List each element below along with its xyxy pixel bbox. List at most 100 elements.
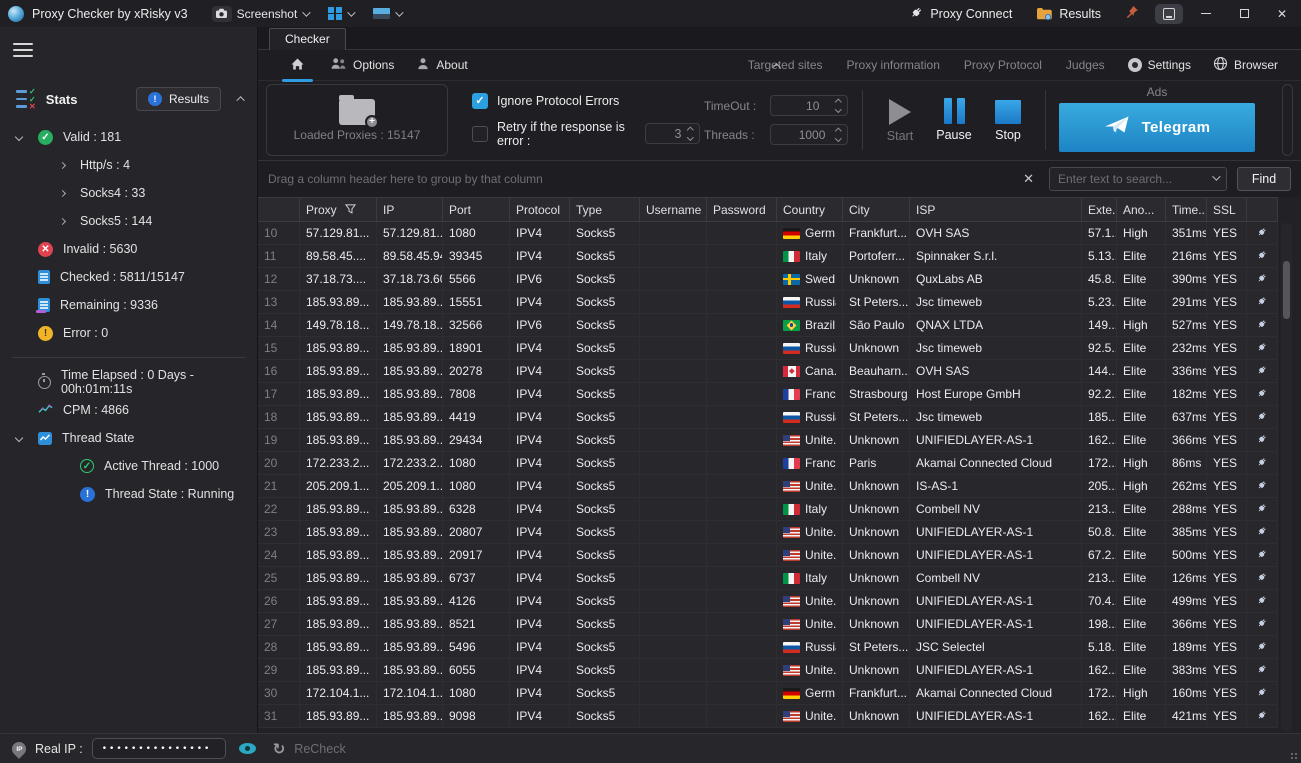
threads-stepper[interactable]: 1000 (770, 124, 848, 145)
recheck-button[interactable]: ReCheck (294, 742, 345, 756)
hamburger-menu-button[interactable] (13, 39, 33, 61)
collapse-stats-icon[interactable] (236, 96, 244, 104)
find-button[interactable]: Find (1237, 167, 1291, 191)
sidebar-item-https[interactable]: Http/s : 4 (0, 151, 257, 179)
table-row[interactable]: 30172.104.1...172.104.1...1080IPV4Socks5… (258, 682, 1278, 705)
tab-proxy-information[interactable]: Proxy information (837, 54, 950, 76)
connect-plug-icon[interactable] (1247, 498, 1278, 521)
stepper-down-icon[interactable] (835, 106, 841, 112)
table-row[interactable]: 20172.233.2...172.233.2...1080IPV4Socks5… (258, 452, 1278, 475)
minimize-button[interactable] (1187, 0, 1225, 27)
column-header-password[interactable]: Password (707, 197, 777, 222)
retry-stepper[interactable]: 3 (645, 123, 700, 144)
column-header-external[interactable]: Exte... (1082, 197, 1117, 222)
connect-plug-icon[interactable] (1247, 521, 1278, 544)
pin-button[interactable] (1113, 0, 1151, 27)
vertical-scrollbar-thumb[interactable] (1283, 261, 1290, 319)
sidebar-item-socks4[interactable]: Socks4 : 33 (0, 179, 257, 207)
retry-checkbox[interactable] (472, 126, 488, 142)
column-header-port[interactable]: Port (443, 197, 510, 222)
table-row[interactable]: 19185.93.89...185.93.89...29434IPV4Socks… (258, 429, 1278, 452)
column-header-username[interactable]: Username (640, 197, 707, 222)
results-button[interactable]: ! Results (136, 87, 221, 111)
connect-plug-icon[interactable] (1247, 475, 1278, 498)
connect-plug-icon[interactable] (1247, 636, 1278, 659)
column-header-proxy[interactable]: Proxy (300, 197, 377, 222)
pause-button[interactable]: Pause (933, 98, 975, 142)
sidebar-item-remaining[interactable]: Remaining : 9336 (0, 291, 257, 319)
options-button[interactable]: Options (321, 53, 403, 77)
telegram-ad-banner[interactable]: Telegram (1059, 103, 1255, 152)
table-row[interactable]: 14149.78.18...149.78.18...32566IPV6Socks… (258, 314, 1278, 337)
column-header-isp[interactable]: ISP (910, 197, 1082, 222)
window-grid-menu[interactable] (322, 5, 359, 23)
table-row[interactable]: 1189.58.45....89.58.45.9439345IPV4Socks5… (258, 245, 1278, 268)
connect-plug-icon[interactable] (1247, 406, 1278, 429)
table-row[interactable]: 1057.129.81...57.129.81...1080IPV4Socks5… (258, 222, 1278, 245)
resize-grip[interactable] (1290, 752, 1298, 760)
home-tab-button[interactable] (278, 53, 317, 78)
table-row[interactable]: 25185.93.89...185.93.89...6737IPV4Socks5… (258, 567, 1278, 590)
connect-plug-icon[interactable] (1247, 544, 1278, 567)
table-row[interactable]: 26185.93.89...185.93.89...4126IPV4Socks5… (258, 590, 1278, 613)
column-header-type[interactable]: Type (570, 197, 640, 222)
column-header-country[interactable]: Country (777, 197, 843, 222)
table-row[interactable]: 28185.93.89...185.93.89...5496IPV4Socks5… (258, 636, 1278, 659)
ignore-protocol-errors-checkbox[interactable]: ✓ (472, 93, 488, 109)
tab-judges[interactable]: Judges (1056, 54, 1115, 76)
connect-plug-icon[interactable] (1247, 705, 1278, 728)
table-row[interactable]: 1237.18.73....37.18.73.605566IPV6Socks5S… (258, 268, 1278, 291)
stepper-down-icon[interactable] (835, 135, 841, 141)
connect-plug-icon[interactable] (1247, 360, 1278, 383)
connect-plug-icon[interactable] (1247, 314, 1278, 337)
settings-button[interactable]: Settings (1119, 54, 1200, 76)
sidebar-item-checked[interactable]: Checked : 5811/15147 (0, 263, 257, 291)
table-row[interactable]: 16185.93.89...185.93.89...20278IPV4Socks… (258, 360, 1278, 383)
connect-plug-icon[interactable] (1247, 245, 1278, 268)
connect-plug-icon[interactable] (1247, 429, 1278, 452)
column-header-ssl[interactable]: SSL (1207, 197, 1247, 222)
filter-icon[interactable] (345, 203, 356, 217)
vertical-scrollbar[interactable] (1281, 223, 1292, 731)
stepper-down-icon[interactable] (687, 134, 693, 140)
connect-plug-icon[interactable] (1247, 268, 1278, 291)
sidebar-item-error[interactable]: ! Error : 0 (0, 319, 257, 347)
table-row[interactable]: 31185.93.89...185.93.89...9098IPV4Socks5… (258, 705, 1278, 728)
about-button[interactable]: About (407, 53, 476, 77)
column-header-city[interactable]: City (843, 197, 910, 222)
table-row[interactable]: 29185.93.89...185.93.89...6055IPV4Socks5… (258, 659, 1278, 682)
connect-plug-icon[interactable] (1247, 567, 1278, 590)
sidebar-item-thread-state[interactable]: Thread State (0, 424, 257, 452)
connect-plug-icon[interactable] (1247, 337, 1278, 360)
table-row[interactable]: 27185.93.89...185.93.89...8521IPV4Socks5… (258, 613, 1278, 636)
column-header-ip[interactable]: IP (377, 197, 443, 222)
browser-button[interactable]: Browser (1204, 52, 1287, 78)
minimize-to-tray-button[interactable] (1155, 4, 1183, 24)
stepper-up-icon[interactable] (835, 128, 841, 134)
stop-button[interactable]: Stop (987, 99, 1029, 142)
language-menu[interactable] (367, 6, 407, 21)
proxy-connect-button[interactable]: Proxy Connect (897, 0, 1024, 27)
column-header-time[interactable]: Time... (1166, 197, 1207, 222)
stepper-up-icon[interactable] (835, 99, 841, 105)
table-row[interactable]: 23185.93.89...185.93.89...20807IPV4Socks… (258, 521, 1278, 544)
table-row[interactable]: 18185.93.89...185.93.89...4419IPV4Socks5… (258, 406, 1278, 429)
clear-search-icon[interactable]: ✕ (1018, 169, 1039, 189)
eye-icon[interactable] (239, 743, 256, 754)
real-ip-field[interactable] (92, 738, 226, 759)
search-box[interactable] (1049, 167, 1227, 191)
tab-checker[interactable]: Checker (269, 28, 346, 50)
table-row[interactable]: 21205.209.1...205.209.1...1080IPV4Socks5… (258, 475, 1278, 498)
connect-plug-icon[interactable] (1247, 682, 1278, 705)
connect-plug-icon[interactable] (1247, 291, 1278, 314)
connect-plug-icon[interactable] (1247, 590, 1278, 613)
close-button[interactable]: ✕ (1263, 0, 1301, 27)
connect-plug-icon[interactable] (1247, 613, 1278, 636)
sidebar-item-socks5[interactable]: Socks5 : 144 (0, 207, 257, 235)
load-proxies-button[interactable]: + Loaded Proxies : 15147 (266, 84, 448, 156)
start-button[interactable]: Start (879, 97, 921, 143)
timeout-stepper[interactable]: 10 (770, 95, 848, 116)
table-row[interactable]: 22185.93.89...185.93.89...6328IPV4Socks5… (258, 498, 1278, 521)
stepper-up-icon[interactable] (687, 127, 693, 133)
sidebar-item-valid[interactable]: ✓ Valid : 181 (0, 123, 257, 151)
